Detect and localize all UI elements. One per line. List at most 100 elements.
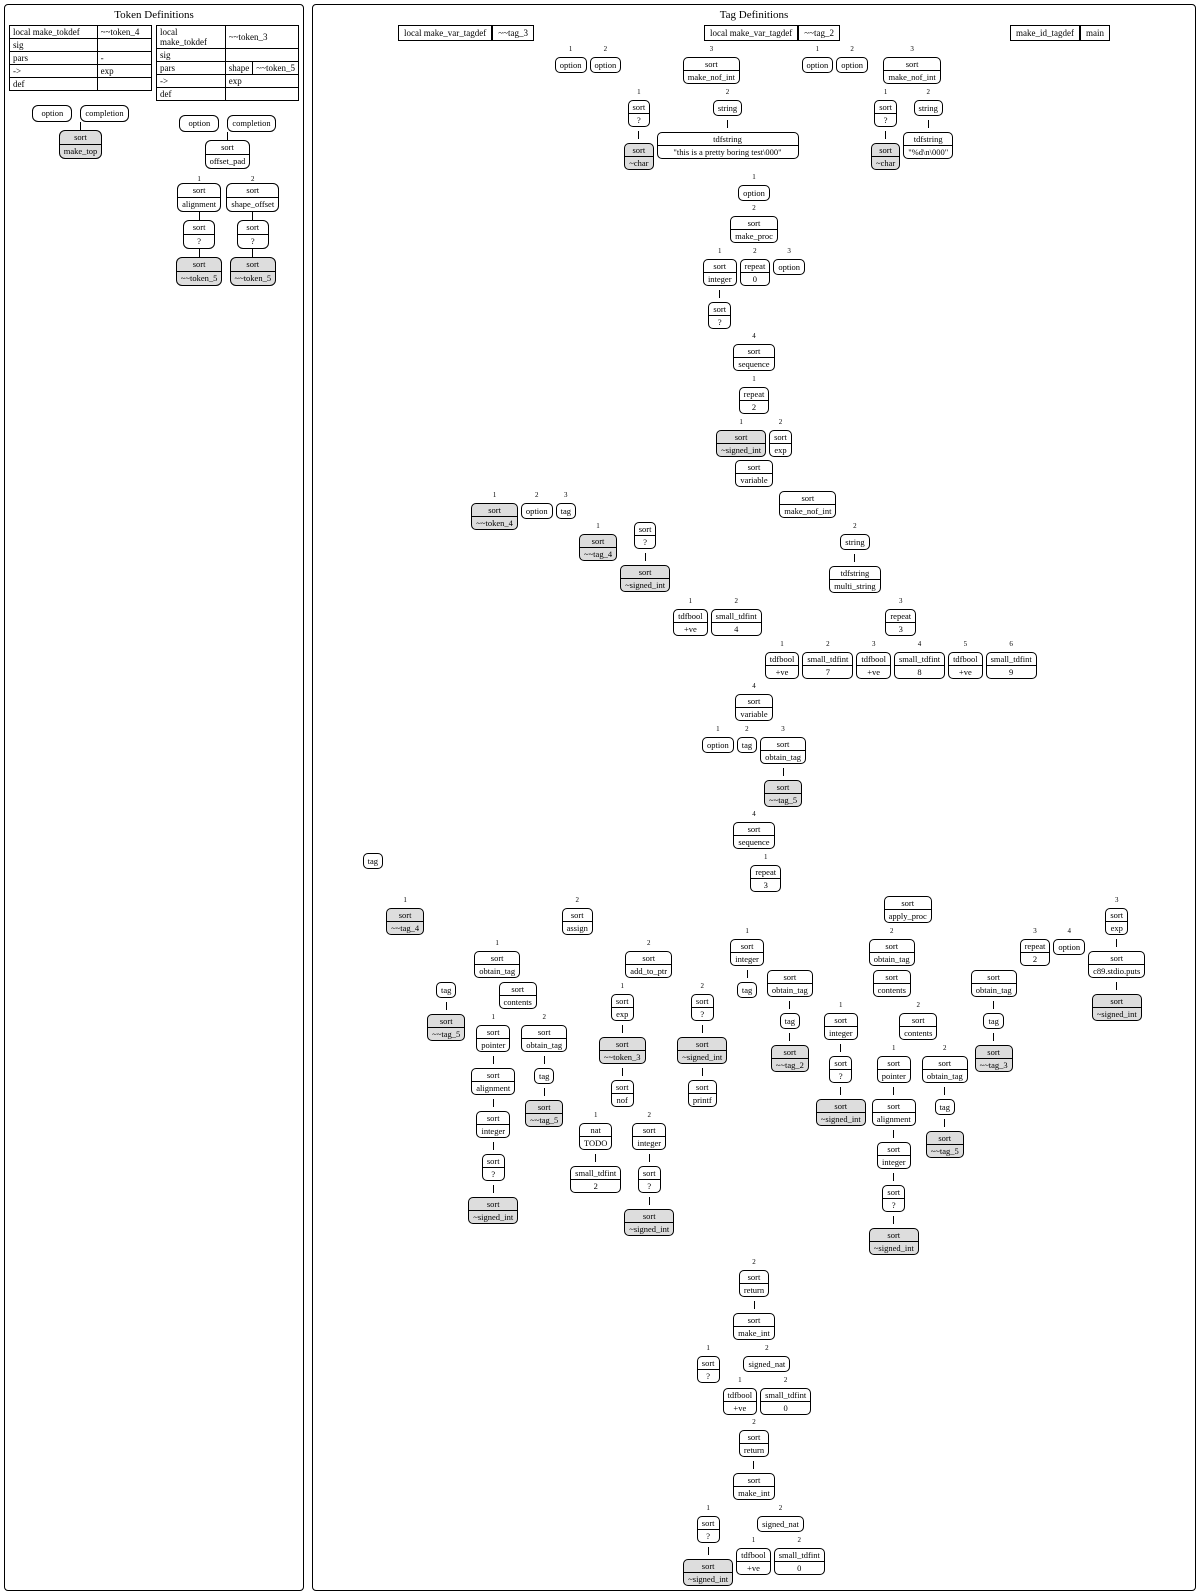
tag-header-3: make_id_tagdefmain — [1010, 25, 1110, 41]
token-tree-1: local make_tokdef~~token_4 sig pars- ->e… — [9, 25, 152, 286]
option-node: option — [521, 503, 553, 519]
small-tdfint-node: small_tdfint7 — [802, 652, 853, 679]
option-node: option — [836, 57, 868, 73]
tdfbool-node: tdfbool+ve — [856, 652, 891, 679]
sort-token4-node: sort~~token_4 — [471, 503, 518, 530]
sort-contents-node: sortcontents — [899, 1013, 937, 1040]
tdfbool-node: tdfbool+ve — [736, 1548, 771, 1575]
sort-make-int-node: sortmake_int — [733, 1473, 775, 1500]
small-tdfint-node: small_tdfint0 — [774, 1548, 825, 1575]
repeat-node: repeat0 — [740, 259, 771, 286]
completion-node: completion — [227, 115, 275, 132]
sort-signed-int-node: sort~signed_int — [683, 1559, 733, 1586]
sort-shape-offset-node: sort shape_offset — [226, 183, 279, 212]
sort-obtain-tag-node: sortobtain_tag — [869, 939, 915, 966]
sort-q-node: sort? — [874, 100, 897, 127]
sort-exp-node: sortexp — [769, 430, 792, 457]
repeat-node: repeat2 — [739, 387, 770, 414]
sort-signed-int-node: sort~signed_int — [620, 565, 670, 592]
small-tdfint-node: small_tdfint2 — [570, 1166, 621, 1193]
sort-signed-int-node: sort~signed_int — [816, 1099, 866, 1126]
sort-pointer-node: sortpointer — [877, 1056, 911, 1083]
sort-make-nof-int-node: sortmake_nof_int — [883, 57, 940, 84]
sort-signed-int-node: sort~signed_int — [869, 1228, 919, 1255]
tag-node: tag — [780, 1013, 800, 1029]
sort-char-node: sort~char — [871, 143, 900, 170]
tag-node: tag — [556, 503, 576, 519]
sort-char-node: sort~char — [624, 143, 653, 170]
sort-q-node: sort ? — [183, 220, 215, 249]
tdfbool-node: tdfbool+ve — [673, 609, 708, 636]
repeat-node: repeat2 — [1020, 939, 1051, 966]
sort-contents-node: sortcontents — [499, 982, 537, 1009]
sort-signed-int-node: sort~signed_int — [624, 1209, 674, 1236]
sort-obtain-tag-node: sortobtain_tag — [767, 970, 813, 997]
completion-node: completion — [80, 105, 128, 122]
subtree-tag2: 1option 2option 3 sortmake_nof_int 1 sor… — [802, 45, 954, 170]
sort-integer-node: sortinteger — [877, 1142, 911, 1169]
tdfbool-node: tdfbool+ve — [723, 1388, 758, 1415]
sort-pointer-node: sortpointer — [476, 1025, 510, 1052]
small-tdfint-node: small_tdfint8 — [894, 652, 945, 679]
sort-q-node: sort? — [691, 994, 714, 1021]
tag-panel-title: Tag Definitions — [317, 9, 1191, 21]
sort-q-node: sort? — [697, 1356, 720, 1383]
sort-obtain-tag-node: sortobtain_tag — [922, 1056, 968, 1083]
sort-sequence-node: sortsequence — [733, 344, 774, 371]
tag-node: tag — [737, 982, 757, 998]
tdfbool-node: tdfbool+ve — [765, 652, 800, 679]
sort-q-node: sort? — [697, 1516, 720, 1543]
small-tdfint-node: small_tdfint9 — [986, 652, 1037, 679]
sort-tag2-node: sort~~tag_2 — [771, 1045, 809, 1072]
sort-tag4-node: sort~~tag_4 — [386, 908, 424, 935]
subtree-main: 1option 2 sortmake_proc 1 sortinteger so… — [317, 173, 1191, 1586]
sort-tag5-node: sort~~tag_5 — [427, 1014, 465, 1041]
sort-q-node: sort? — [628, 100, 651, 127]
tag-definitions-panel: Tag Definitions local make_var_tagdef~~t… — [312, 4, 1196, 1591]
option-node: option — [32, 105, 72, 122]
sort-signed-int-node: sort~signed_int — [468, 1197, 518, 1224]
sort-token5-node: sort ~~token_5 — [230, 257, 277, 286]
sort-integer-node: sortinteger — [824, 1013, 858, 1040]
signed-nat-node: signed_nat — [743, 1356, 790, 1372]
sort-q-node: sort? — [482, 1154, 505, 1181]
sort-obtain-tag-node: sortobtain_tag — [521, 1025, 567, 1052]
repeat-node: repeat3 — [750, 865, 781, 892]
tag-node: tag — [737, 737, 757, 753]
sort-integer-node: sortinteger — [703, 259, 737, 286]
sort-alignment-node: sort alignment — [177, 183, 221, 212]
sort-q-node: sort? — [708, 302, 731, 329]
sort-assign-node: sortassign — [562, 908, 593, 935]
repeat-node: repeat3 — [885, 609, 916, 636]
option-node: option — [590, 57, 622, 73]
sort-return-node: sortreturn — [739, 1270, 769, 1297]
sort-tag5-node: sort~~tag_5 — [926, 1131, 964, 1158]
option-node: option — [738, 185, 770, 201]
sort-make-top-node: sort make_top — [59, 130, 103, 159]
tag-header-1: local make_var_tagdef~~tag_3 — [398, 25, 534, 41]
token-definitions-panel: Token Definitions local make_tokdef~~tok… — [4, 4, 304, 1591]
sort-variable-node: sortvariable — [735, 460, 772, 487]
sort-signed-int-node: sort~signed_int — [716, 430, 766, 457]
tdfstring-node: tdfstring"this is a pretty boring test\0… — [657, 132, 799, 159]
subtree-tag3: 1option 2option 3 sortmake_nof_int 1 sor… — [555, 45, 799, 170]
sort-make-int-node: sortmake_int — [733, 1313, 775, 1340]
sort-offset-pad-node: sort offset_pad — [205, 140, 251, 169]
string-node: string — [840, 534, 869, 550]
option-node: option — [555, 57, 587, 73]
sort-contents-node: sortcontents — [873, 970, 911, 997]
sort-token5-node: sort ~~token_5 — [176, 257, 223, 286]
tag-node: tag — [363, 853, 383, 869]
sort-make-proc-node: sortmake_proc — [730, 216, 778, 243]
tdfstring-node: tdfstring"%d\n\000" — [903, 132, 953, 159]
option-node: option — [179, 115, 219, 132]
tag-node: tag — [534, 1068, 554, 1084]
sort-q-node: sort? — [829, 1056, 852, 1083]
sort-tag3-node: sort~~tag_3 — [975, 1045, 1013, 1072]
option-node: option — [773, 259, 805, 275]
small-tdfint-node: small_tdfint0 — [760, 1388, 811, 1415]
sort-tag5-node: sort~~tag_5 — [525, 1100, 563, 1127]
sort-printf-node: sortprintf — [688, 1080, 717, 1107]
tdfstring-multi-node: tdfstringmulti_string — [829, 566, 881, 593]
sort-exp-node: sortexp — [611, 994, 634, 1021]
